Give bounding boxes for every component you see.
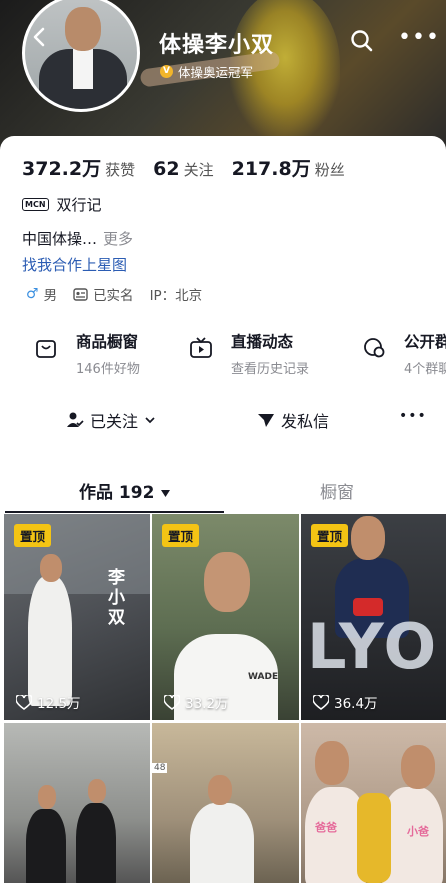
send-icon [258, 414, 274, 427]
bio: 中国体操… 更多 [22, 228, 133, 249]
video-corner-text: 48 [152, 763, 168, 773]
likes-row: 33.2万 [164, 692, 229, 712]
profile-name: 体操李小双 [159, 33, 275, 58]
baby-figure [357, 793, 391, 883]
likes-count: 33.2万 [185, 696, 229, 712]
follow-button[interactable]: 已关注 [66, 408, 156, 432]
likes-count[interactable]: 372.2万 [22, 154, 101, 181]
followers-label: 粉丝 [314, 161, 345, 179]
video-overlay-text: 李小双 [108, 568, 125, 628]
more-button[interactable]: ••• [398, 27, 439, 54]
heart-icon [164, 694, 180, 710]
content-tabs: 作品 192 橱窗 [0, 474, 446, 513]
video-person-head [38, 785, 56, 809]
likes-count: 36.4万 [334, 696, 378, 712]
video-overlay-text: LYO [307, 610, 439, 683]
followers-count[interactable]: 217.8万 [232, 154, 311, 181]
pinned-badge: 置顶 [162, 524, 200, 547]
shopping-bag-icon [36, 340, 56, 358]
following-count[interactable]: 62 [153, 158, 179, 180]
likes-label: 获赞 [105, 161, 136, 179]
chat-bubble-icon [364, 338, 385, 358]
video-card[interactable]: LYO 置顶 36.4万 [301, 514, 446, 720]
video-person-head [401, 745, 435, 789]
follow-label: 已关注 [90, 412, 139, 431]
tv-icon [190, 337, 212, 358]
chevron-left-icon [33, 27, 45, 47]
avatar[interactable] [22, 0, 140, 112]
stats-row: 372.2万 获赞 62 关注 217.8万 粉丝 [22, 154, 363, 181]
message-button[interactable]: 发私信 [257, 408, 329, 432]
service-subtitle: 查看历史记录 [231, 362, 310, 377]
pinned-badge: 置顶 [14, 524, 52, 547]
mcn-row[interactable]: MCN 双行记 [22, 194, 102, 215]
service-title: 商品橱窗 [76, 333, 139, 351]
tab-showcase[interactable]: 橱窗 [320, 478, 354, 503]
video-person-head [315, 741, 349, 785]
chevron-down-icon [145, 417, 155, 424]
search-icon [351, 30, 373, 52]
video-card[interactable]: WADE 置顶 33.2万 [152, 514, 299, 720]
service-subtitle: 4个群聊 [404, 362, 446, 377]
services-row: 商品橱窗 146件好物 直播动态 查看历史记录 公开群 4个群聊 [0, 330, 446, 380]
tab-works[interactable]: 作品 192 [79, 478, 171, 503]
heart-icon [313, 694, 329, 710]
attributes-row: ♂ 男 已实名 IP：北京 [26, 284, 202, 304]
realname-text: 已实名 [93, 288, 134, 304]
gender-text: 男 [43, 288, 58, 304]
service-title: 直播动态 [231, 333, 294, 351]
gender-attr: ♂ 男 [26, 284, 57, 304]
service-title: 公开群 [404, 333, 446, 351]
video-person [190, 803, 254, 883]
video-person-head [88, 779, 106, 803]
likes-row: 36.4万 [313, 692, 378, 712]
video-tag-right: 小爸 [407, 825, 429, 838]
video-card[interactable]: 48 [152, 723, 299, 883]
pinned-badge: 置顶 [311, 524, 349, 547]
male-icon: ♂ [26, 286, 39, 302]
caret-down-icon [161, 490, 171, 497]
likes-row: 12.5万 [16, 692, 81, 712]
video-shirt-text: WADE [248, 672, 279, 682]
following-label: 关注 [183, 161, 214, 179]
avatar-head [65, 7, 101, 51]
realname-attr: 已实名 [73, 284, 134, 304]
video-card[interactable]: 李小双 置顶 12.5万 [4, 514, 150, 720]
video-person [76, 803, 116, 883]
verified-badge-icon: V [160, 65, 173, 78]
video-person [26, 809, 66, 883]
bio-more-link[interactable]: 更多 [103, 230, 133, 248]
search-button[interactable] [349, 28, 375, 54]
tab-works-label: 作品 192 [79, 483, 155, 503]
actions-row: 已关注 发私信 ••• [0, 408, 446, 438]
video-person-head [208, 775, 232, 805]
bio-text: 中国体操… [22, 230, 98, 248]
video-person [28, 576, 72, 706]
message-label: 发私信 [281, 412, 330, 431]
video-card[interactable]: 爸爸 小爸 [301, 723, 446, 883]
user-check-icon [67, 412, 84, 427]
avatar-shirt [73, 49, 93, 89]
cooperation-link[interactable]: 找我合作上星图 [22, 254, 127, 275]
verification-line: V 体操奥运冠军 [160, 62, 253, 81]
video-person-head [40, 554, 62, 582]
back-button[interactable] [24, 24, 56, 56]
mcn-name: 双行记 [56, 196, 102, 214]
verification-text: 体操奥运冠军 [178, 65, 254, 80]
id-card-icon [73, 287, 88, 301]
video-person-head [204, 552, 250, 612]
more-actions-button[interactable]: ••• [399, 408, 427, 424]
video-person-head [351, 516, 385, 560]
heart-icon [16, 694, 32, 710]
likes-count: 12.5万 [37, 696, 81, 712]
ip-attr: IP：北京 [149, 288, 203, 304]
video-card[interactable] [4, 723, 150, 883]
video-grid: 李小双 置顶 12.5万 WADE 置顶 33.2万 LYO 置顶 36.4万 [0, 514, 446, 883]
mcn-icon: MCN [22, 198, 49, 211]
video-tag-left: 爸爸 [315, 821, 337, 834]
service-subtitle: 146件好物 [76, 362, 140, 377]
tab-indicator [5, 511, 224, 513]
